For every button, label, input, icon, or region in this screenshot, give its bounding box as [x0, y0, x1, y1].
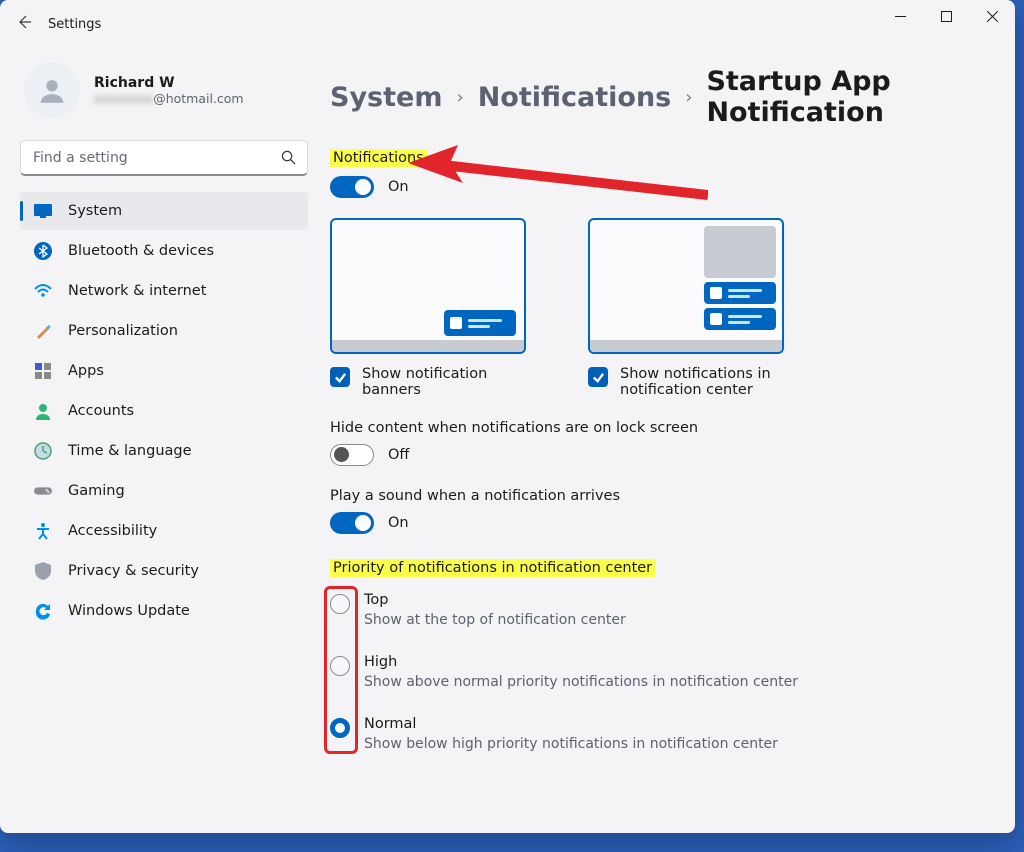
radio-desc: Show at the top of notification center — [364, 612, 626, 628]
hide-content-state: Off — [388, 447, 409, 463]
radio-desc: Show above normal priority notifications… — [364, 674, 798, 690]
breadcrumb-notifications[interactable]: Notifications — [478, 82, 672, 113]
sidebar-item-label: Windows Update — [68, 603, 190, 619]
back-button[interactable] — [0, 14, 48, 34]
sidebar-item-privacy[interactable]: Privacy & security — [20, 552, 308, 590]
sidebar-item-accessibility[interactable]: Accessibility — [20, 512, 308, 550]
search-input[interactable] — [20, 140, 308, 176]
settings-window: Settings Richard W xxxxxxxx@hotmail.com — [0, 0, 1015, 833]
sidebar-item-personalization[interactable]: Personalization — [20, 312, 308, 350]
radio-button[interactable] — [330, 718, 350, 738]
search-wrap — [20, 140, 308, 176]
radio-title: High — [364, 654, 798, 670]
show-banners-label: Show notification banners — [362, 366, 542, 398]
play-sound-toggle[interactable] — [330, 512, 374, 534]
sidebar-item-apps[interactable]: Apps — [20, 352, 308, 390]
maximize-button[interactable] — [923, 0, 969, 32]
apps-icon — [34, 362, 52, 380]
sidebar-item-label: Personalization — [68, 323, 178, 339]
notifications-toggle[interactable] — [330, 176, 374, 198]
sidebar-item-label: System — [68, 203, 122, 219]
breadcrumb-current: Startup App Notification — [706, 66, 987, 128]
bluetooth-icon — [34, 242, 52, 260]
update-icon — [34, 602, 52, 620]
sidebar-item-label: Accessibility — [68, 523, 157, 539]
close-button[interactable] — [969, 0, 1015, 32]
sidebar-item-bluetooth[interactable]: Bluetooth & devices — [20, 232, 308, 270]
user-name: Richard W — [94, 75, 244, 91]
sidebar-item-label: Network & internet — [68, 283, 206, 299]
window-caption-buttons — [877, 0, 1015, 32]
search-icon — [281, 150, 296, 169]
chevron-right-icon: › — [456, 87, 463, 108]
sidebar-item-windows-update[interactable]: Windows Update — [20, 592, 308, 630]
avatar — [24, 62, 80, 118]
main-content: System › Notifications › Startup App Not… — [320, 48, 1015, 833]
sidebar-item-system[interactable]: System — [20, 192, 308, 230]
title-bar: Settings — [0, 0, 1015, 48]
window-title: Settings — [48, 17, 101, 32]
sidebar-item-network[interactable]: Network & internet — [20, 272, 308, 310]
priority-option-top[interactable]: Top Show at the top of notification cent… — [330, 584, 987, 646]
globe-clock-icon — [34, 442, 52, 460]
sidebar: Richard W xxxxxxxx@hotmail.com System Bl… — [0, 48, 320, 833]
sidebar-item-label: Accounts — [68, 403, 134, 419]
radio-button[interactable] — [330, 656, 350, 676]
priority-radio-group: Top Show at the top of notification cent… — [330, 584, 987, 770]
shield-icon — [34, 562, 52, 580]
sidebar-item-label: Time & language — [68, 443, 192, 459]
system-icon — [34, 202, 52, 220]
breadcrumb-system[interactable]: System — [330, 82, 442, 113]
sidebar-item-label: Apps — [68, 363, 104, 379]
preview-row: Show notification banners — [330, 218, 987, 398]
preview-center[interactable] — [588, 218, 784, 354]
notifications-heading: Notifications — [330, 150, 987, 166]
sidebar-item-label: Bluetooth & devices — [68, 243, 214, 259]
notifications-toggle-state: On — [388, 179, 409, 195]
sidebar-item-gaming[interactable]: Gaming — [20, 472, 308, 510]
show-banners-checkbox[interactable] — [330, 367, 350, 387]
user-account-row[interactable]: Richard W xxxxxxxx@hotmail.com — [20, 52, 308, 136]
sidebar-item-label: Gaming — [68, 483, 125, 499]
accessibility-icon — [34, 522, 52, 540]
breadcrumb: System › Notifications › Startup App Not… — [330, 58, 987, 150]
chevron-right-icon: › — [685, 87, 692, 108]
radio-title: Normal — [364, 716, 778, 732]
paintbrush-icon — [34, 322, 52, 340]
radio-title: Top — [364, 592, 626, 608]
wifi-icon — [34, 282, 52, 300]
radio-desc: Show below high priority notifications i… — [364, 736, 778, 752]
sidebar-item-label: Privacy & security — [68, 563, 199, 579]
minimize-button[interactable] — [877, 0, 923, 32]
user-email: xxxxxxxx@hotmail.com — [94, 91, 244, 106]
show-center-checkbox[interactable] — [588, 367, 608, 387]
nav-list: System Bluetooth & devices Network & int… — [20, 192, 308, 630]
hide-content-label: Hide content when notifications are on l… — [330, 420, 987, 436]
person-icon — [34, 402, 52, 420]
priority-option-normal[interactable]: Normal Show below high priority notifica… — [330, 708, 987, 770]
show-center-label: Show notifications in notification cente… — [620, 366, 800, 398]
priority-heading: Priority of notifications in notificatio… — [330, 560, 987, 576]
radio-button[interactable] — [330, 594, 350, 614]
priority-option-high[interactable]: High Show above normal priority notifica… — [330, 646, 987, 708]
sidebar-item-time-language[interactable]: Time & language — [20, 432, 308, 470]
hide-content-toggle[interactable] — [330, 444, 374, 466]
preview-banner[interactable] — [330, 218, 526, 354]
sidebar-item-accounts[interactable]: Accounts — [20, 392, 308, 430]
gamepad-icon — [34, 482, 52, 500]
play-sound-state: On — [388, 515, 409, 531]
play-sound-label: Play a sound when a notification arrives — [330, 488, 987, 504]
